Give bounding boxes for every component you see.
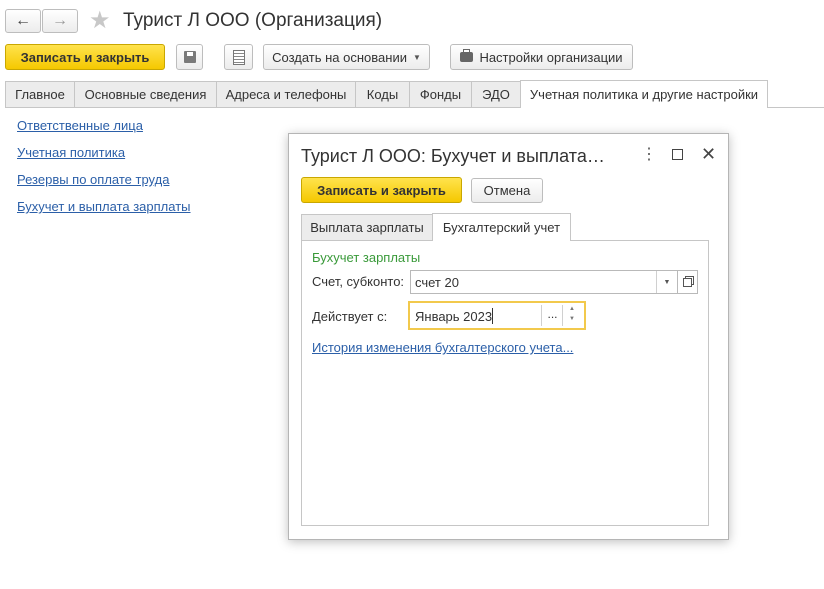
tab-addresses-phones[interactable]: Адреса и телефоны: [216, 81, 356, 107]
report-button[interactable]: [224, 44, 253, 70]
account-subconto-field[interactable]: счет 20 ▼: [410, 270, 678, 294]
period-stepper[interactable]: ▲ ▼: [562, 305, 583, 326]
tab-main[interactable]: Главное: [5, 81, 75, 107]
close-icon[interactable]: ✕: [701, 144, 716, 164]
tab-funds[interactable]: Фонды: [409, 81, 472, 107]
link-payroll-reserves[interactable]: Резервы по оплате труда: [17, 172, 169, 187]
dropdown-arrow-icon: ▼: [412, 52, 421, 62]
dialog-tab-salary-payment[interactable]: Выплата зарплаты: [301, 214, 433, 240]
dialog-tab-accounting[interactable]: Бухгалтерский учет: [432, 213, 571, 241]
tab-codes[interactable]: Коды: [355, 81, 410, 107]
forward-button[interactable]: →: [42, 9, 78, 33]
dialog-save-and-close-button[interactable]: Записать и закрыть: [301, 177, 462, 203]
effective-from-value: Январь 2023: [415, 309, 493, 324]
account-open-button[interactable]: [677, 270, 698, 294]
tab-basic-info[interactable]: Основные сведения: [74, 81, 217, 107]
period-select-button[interactable]: ...: [541, 305, 563, 326]
link-accounting-policy[interactable]: Учетная политика: [17, 145, 125, 160]
create-based-label: Создать на основании: [272, 49, 407, 65]
accounting-salary-dialog: Турист Л ООО: Бухучет и выплата… ⋮ ✕ Зап…: [288, 133, 729, 540]
create-based-on-dropdown[interactable]: Создать на основании ▼: [263, 44, 430, 70]
save-button[interactable]: [176, 44, 203, 70]
floppy-disk-icon: [183, 51, 196, 63]
section-title: Бухучет зарплаты: [312, 250, 421, 265]
dialog-title: Турист Л ООО: Бухучет и выплата…: [301, 146, 605, 166]
account-label: Счет, субконто:: [312, 274, 405, 289]
favorite-star-icon[interactable]: ★: [89, 7, 111, 35]
arrow-left-icon: ←: [15, 12, 31, 29]
link-accounting-salary-payment[interactable]: Бухучет и выплата зарплаты: [17, 199, 191, 214]
organization-settings-label: Настройки организации: [479, 49, 623, 65]
window-title: Турист Л ООО (Организация): [123, 10, 383, 31]
back-button[interactable]: ←: [5, 9, 41, 33]
printer-icon: [460, 49, 474, 62]
account-dropdown-button[interactable]: ▼: [656, 271, 677, 293]
stepper-up-icon[interactable]: ▲: [569, 306, 575, 312]
link-responsible-persons[interactable]: Ответственные лица: [17, 118, 143, 133]
stepper-down-icon[interactable]: ▼: [569, 316, 575, 322]
tab-underline-right: [767, 107, 824, 108]
tab-accounting-policy[interactable]: Учетная политика и другие настройки: [520, 80, 768, 108]
text-cursor: [492, 308, 493, 324]
history-link[interactable]: История изменения бухгалтерского учета..…: [312, 340, 573, 355]
tab-edo[interactable]: ЭДО: [471, 81, 521, 107]
save-and-close-button[interactable]: Записать и закрыть: [5, 44, 165, 70]
tab-underline: [5, 107, 520, 108]
account-value: счет 20: [415, 275, 459, 290]
more-actions-icon[interactable]: ⋮: [641, 146, 657, 164]
effective-from-label: Действует с:: [312, 309, 388, 324]
effective-from-field[interactable]: Январь 2023 ... ▲ ▼: [408, 301, 586, 330]
document-list-icon: [232, 49, 245, 65]
open-window-icon: [683, 277, 692, 287]
organization-settings-button[interactable]: Настройки организации: [450, 44, 633, 70]
arrow-right-icon: →: [52, 12, 68, 29]
dialog-cancel-button[interactable]: Отмена: [471, 178, 543, 203]
maximize-icon[interactable]: [672, 149, 683, 160]
chevron-down-icon: ▼: [663, 278, 671, 286]
